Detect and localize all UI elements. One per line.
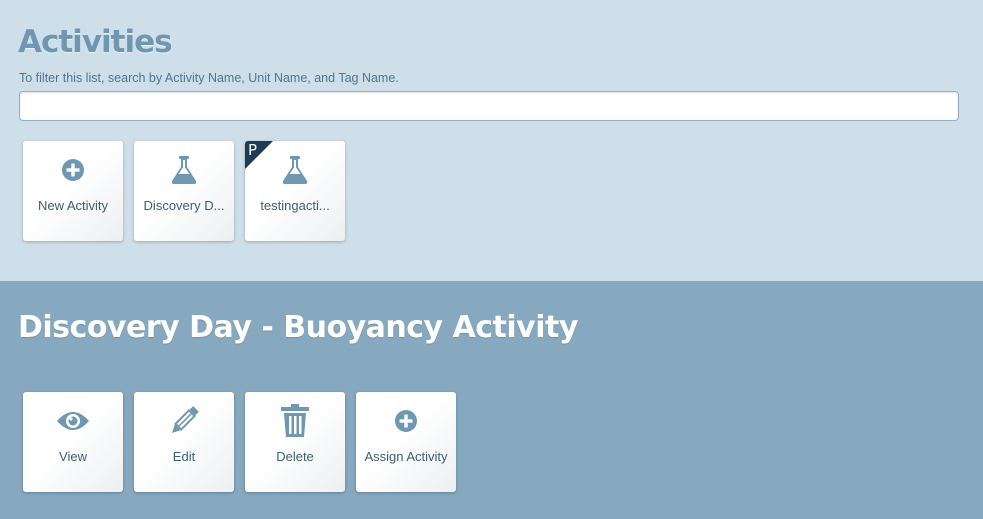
tile-label: View bbox=[59, 449, 87, 464]
flask-icon bbox=[134, 153, 234, 187]
flask-icon bbox=[245, 153, 345, 187]
activity-tile-testingactivity[interactable]: P testingacti... bbox=[245, 141, 345, 241]
page-title: Activities bbox=[18, 24, 173, 60]
eye-icon bbox=[23, 404, 123, 438]
filter-hint: To filter this list, search by Activity … bbox=[19, 71, 399, 85]
trash-icon bbox=[245, 404, 345, 438]
plus-circle-icon bbox=[23, 153, 123, 187]
delete-button[interactable]: Delete bbox=[245, 392, 345, 492]
pencil-icon bbox=[134, 404, 234, 438]
tile-label: Edit bbox=[172, 449, 196, 464]
tile-label: Discovery D... bbox=[143, 198, 225, 213]
search-input[interactable] bbox=[19, 91, 959, 121]
activities-panel: Activities To filter this list, search b… bbox=[0, 0, 983, 281]
view-button[interactable]: View bbox=[23, 392, 123, 492]
new-activity-tile[interactable]: New Activity bbox=[23, 141, 123, 241]
tile-label: testingacti... bbox=[260, 198, 330, 213]
activity-detail-title: Discovery Day - Buoyancy Activity bbox=[18, 310, 578, 345]
activity-tile-discovery-day[interactable]: Discovery D... bbox=[134, 141, 234, 241]
edit-button[interactable]: Edit bbox=[134, 392, 234, 492]
tile-label: Assign Activity bbox=[364, 449, 448, 464]
tile-label: New Activity bbox=[37, 198, 109, 213]
plus-circle-icon bbox=[356, 404, 456, 438]
tile-label: Delete bbox=[276, 449, 314, 464]
assign-activity-button[interactable]: Assign Activity bbox=[356, 392, 456, 492]
